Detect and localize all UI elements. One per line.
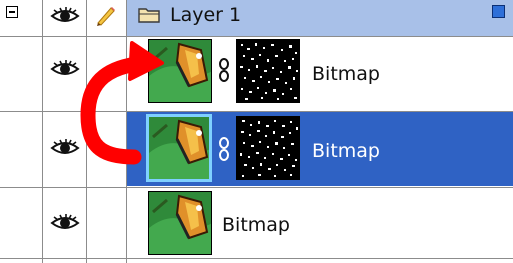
mask-thumbnail[interactable] [236, 39, 300, 103]
bitmap-thumbnail[interactable] [148, 191, 212, 255]
eye-icon[interactable] [50, 6, 80, 26]
red-arrow-annotation [80, 41, 164, 165]
link-chain-icon[interactable] [218, 57, 230, 83]
bitmap-label: Bitmap [312, 63, 380, 85]
bitmap-row[interactable]: Bitmap [0, 188, 513, 258]
pencil-icon[interactable] [95, 4, 117, 26]
layer-color-square-icon[interactable] [492, 5, 505, 18]
mask-thumbnail[interactable] [236, 116, 300, 180]
layers-panel: Layer 1 Bitmap Bitmap Bitmap [0, 0, 513, 263]
link-chain-icon[interactable] [218, 136, 230, 162]
folder-icon [138, 8, 160, 23]
layer-row[interactable]: Layer 1 [0, 0, 513, 36]
collapse-icon[interactable] [6, 6, 18, 18]
layer-name: Layer 1 [170, 4, 242, 26]
bitmap-label: Bitmap [222, 214, 290, 236]
row-divider [0, 258, 513, 259]
bitmap-label: Bitmap [312, 140, 380, 162]
eye-icon[interactable] [50, 213, 80, 233]
